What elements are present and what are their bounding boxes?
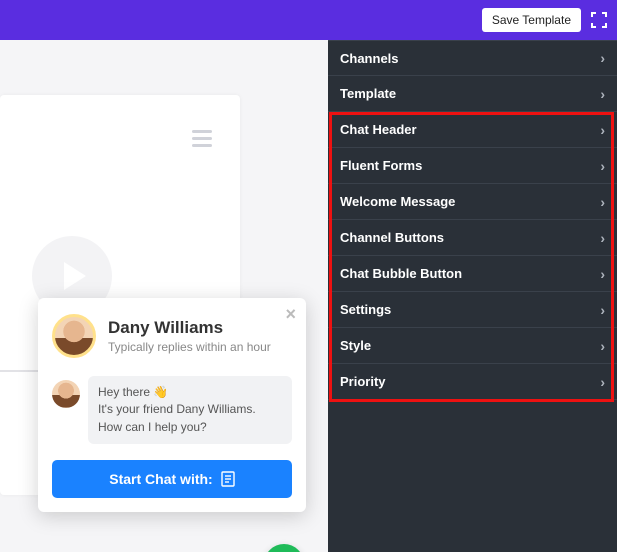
fullscreen-button[interactable] — [589, 10, 609, 30]
chevron-right-icon: › — [600, 194, 605, 210]
sidebar-item-style[interactable]: Style › — [328, 328, 617, 364]
chat-agent-name: Dany Williams — [108, 318, 271, 338]
start-chat-label: Start Chat with: — [109, 471, 212, 487]
sidebar-item-label: Welcome Message — [340, 194, 455, 209]
chevron-right-icon: › — [600, 122, 605, 138]
sidebar-item-label: Chat Header — [340, 122, 417, 137]
sidebar-item-label: Channel Buttons — [340, 230, 444, 245]
sidebar-item-label: Template — [340, 86, 396, 101]
preview-pane: × Dany Williams Typically replies within… — [0, 40, 328, 552]
chevron-right-icon: › — [600, 86, 605, 102]
sidebar-item-channels[interactable]: Channels › — [328, 40, 617, 76]
sidebar-item-chat-header[interactable]: Chat Header › — [328, 112, 617, 148]
sidebar-item-label: Priority — [340, 374, 386, 389]
top-bar: Save Template — [0, 0, 617, 40]
chevron-right-icon: › — [600, 50, 605, 66]
sidebar-item-settings[interactable]: Settings › — [328, 292, 617, 328]
chevron-right-icon: › — [600, 374, 605, 390]
chevron-right-icon: › — [600, 230, 605, 246]
sidebar-item-welcome-message[interactable]: Welcome Message › — [328, 184, 617, 220]
form-icon — [221, 471, 235, 487]
chat-reply-time: Typically replies within an hour — [108, 340, 271, 354]
close-chat-button[interactable]: × — [285, 304, 296, 325]
chat-header: Dany Williams Typically replies within a… — [52, 314, 292, 358]
sidebar-item-template[interactable]: Template › — [328, 76, 617, 112]
chat-message-row: Hey there 👋 It's your friend Dany Willia… — [52, 376, 292, 444]
chevron-right-icon: › — [600, 158, 605, 174]
chevron-right-icon: › — [600, 266, 605, 282]
sidebar-item-priority[interactable]: Priority › — [328, 364, 617, 400]
sidebar-item-label: Style — [340, 338, 371, 353]
sidebar-item-fluent-forms[interactable]: Fluent Forms › — [328, 148, 617, 184]
chevron-right-icon: › — [600, 338, 605, 354]
avatar-small — [52, 380, 80, 408]
sidebar-item-label: Settings — [340, 302, 391, 317]
start-chat-button[interactable]: Start Chat with: — [52, 460, 292, 498]
sidebar-item-channel-buttons[interactable]: Channel Buttons › — [328, 220, 617, 256]
settings-sidebar: Channels › Template › Chat Header › Flue… — [328, 40, 617, 552]
save-template-button[interactable]: Save Template — [482, 8, 581, 32]
sidebar-item-label: Chat Bubble Button — [340, 266, 462, 281]
sidebar-item-chat-bubble-button[interactable]: Chat Bubble Button › — [328, 256, 617, 292]
chevron-right-icon: › — [600, 302, 605, 318]
chat-bubble-fab[interactable] — [264, 544, 304, 552]
hamburger-menu[interactable] — [192, 130, 212, 147]
sidebar-item-label: Fluent Forms — [340, 158, 422, 173]
play-icon — [64, 262, 86, 290]
chat-greeting-line2: It's your friend Dany Williams. How can … — [98, 402, 256, 433]
chat-greeting-line1: Hey there 👋 — [98, 385, 168, 399]
sidebar-item-label: Channels — [340, 51, 399, 66]
avatar — [52, 314, 96, 358]
fullscreen-icon — [590, 11, 608, 29]
chat-message-bubble: Hey there 👋 It's your friend Dany Willia… — [88, 376, 292, 444]
chat-widget: × Dany Williams Typically replies within… — [38, 298, 306, 512]
